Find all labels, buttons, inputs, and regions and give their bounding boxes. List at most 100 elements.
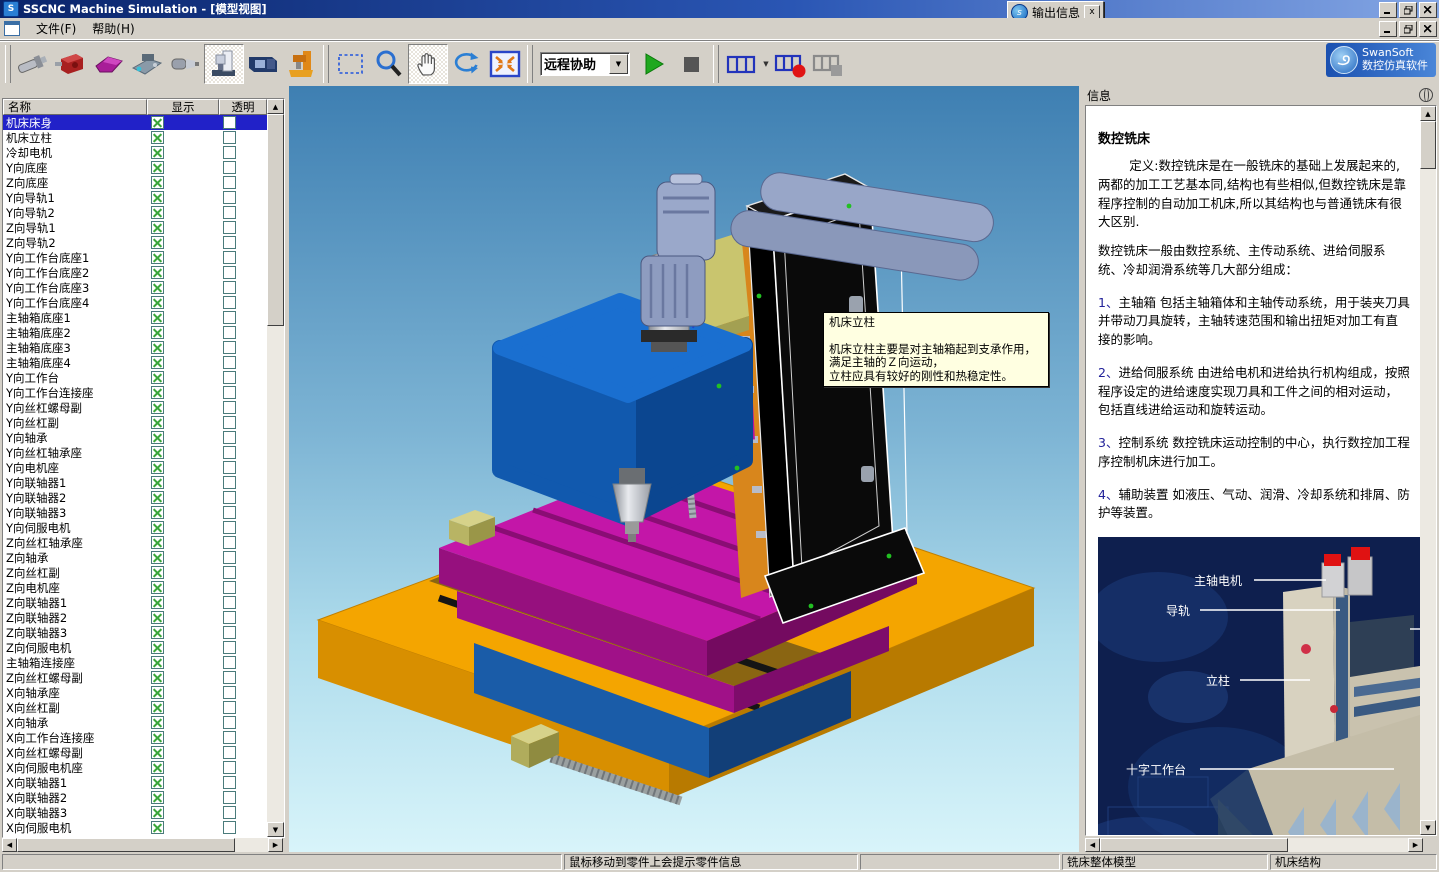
show-checkbox[interactable] [151, 641, 164, 654]
model-viewport[interactable]: 机床立柱 机床立柱主要是对主轴箱起到支承作用， 满足主轴的Ｚ向运动， 立柱应具有… [289, 86, 1079, 852]
toolbar-grip[interactable] [323, 45, 329, 83]
show-checkbox[interactable] [151, 491, 164, 504]
transparent-checkbox[interactable] [223, 776, 236, 789]
show-checkbox[interactable] [151, 521, 164, 534]
show-checkbox[interactable] [151, 206, 164, 219]
column-header-transparent[interactable]: 透明 [219, 99, 267, 115]
part-row[interactable]: 主轴箱底座4 [3, 355, 267, 370]
show-checkbox[interactable] [151, 281, 164, 294]
toolbar-button-tool-spindle[interactable] [166, 45, 204, 83]
transparent-checkbox[interactable] [223, 431, 236, 444]
show-checkbox[interactable] [151, 446, 164, 459]
show-checkbox[interactable] [151, 221, 164, 234]
part-row[interactable]: X向轴承 [3, 715, 267, 730]
close-button[interactable] [1419, 2, 1437, 18]
show-checkbox[interactable] [151, 116, 164, 129]
show-checkbox[interactable] [151, 776, 164, 789]
part-row[interactable]: Z向电机座 [3, 580, 267, 595]
scroll-left-button[interactable] [1085, 838, 1100, 852]
scroll-down-button[interactable] [1420, 820, 1436, 835]
transparent-checkbox[interactable] [223, 731, 236, 744]
toolbar-button-fit-view[interactable] [486, 45, 524, 83]
scroll-right-button[interactable] [1408, 838, 1423, 852]
part-row[interactable]: Y向联轴器3 [3, 505, 267, 520]
transparent-checkbox[interactable] [223, 596, 236, 609]
show-checkbox[interactable] [151, 551, 164, 564]
parts-vertical-scrollbar[interactable] [267, 99, 284, 837]
toolbar-button-gearbox[interactable] [52, 45, 90, 83]
transparent-checkbox[interactable] [223, 116, 236, 129]
transparent-checkbox[interactable] [223, 476, 236, 489]
transparent-checkbox[interactable] [223, 566, 236, 579]
part-row[interactable]: 冷却电机 [3, 145, 267, 160]
transparent-checkbox[interactable] [223, 386, 236, 399]
part-row[interactable]: Y向工作台底座4 [3, 295, 267, 310]
transparent-checkbox[interactable] [223, 146, 236, 159]
part-row[interactable]: Z向导轨1 [3, 220, 267, 235]
child-restore-button[interactable] [1399, 21, 1417, 37]
transparent-checkbox[interactable] [223, 611, 236, 624]
part-row[interactable]: Z向底座 [3, 175, 267, 190]
part-row[interactable]: X向轴承座 [3, 685, 267, 700]
show-checkbox[interactable] [151, 296, 164, 309]
show-checkbox[interactable] [151, 656, 164, 669]
show-checkbox[interactable] [151, 416, 164, 429]
toolbar-button-drill-machine[interactable] [282, 45, 320, 83]
transparent-checkbox[interactable] [223, 746, 236, 759]
transparent-checkbox[interactable] [223, 401, 236, 414]
combobox-dropdown-icon[interactable] [609, 54, 628, 74]
show-checkbox[interactable] [151, 311, 164, 324]
show-checkbox[interactable] [151, 386, 164, 399]
part-row[interactable]: Y向联轴器2 [3, 490, 267, 505]
show-checkbox[interactable] [151, 746, 164, 759]
show-checkbox[interactable] [151, 356, 164, 369]
scroll-up-button[interactable] [1420, 106, 1436, 121]
transparent-checkbox[interactable] [223, 281, 236, 294]
show-checkbox[interactable] [151, 161, 164, 174]
show-checkbox[interactable] [151, 401, 164, 414]
scroll-right-button[interactable] [268, 838, 283, 852]
transparent-checkbox[interactable] [223, 371, 236, 384]
part-row[interactable]: X向联轴器1 [3, 775, 267, 790]
transparent-checkbox[interactable] [223, 446, 236, 459]
toolbar-button-rotate[interactable] [448, 45, 486, 83]
toolbar-button-machine-bed[interactable] [128, 45, 166, 83]
transparent-checkbox[interactable] [223, 236, 236, 249]
transparent-checkbox[interactable] [223, 791, 236, 804]
part-row[interactable]: 机床立柱 [3, 130, 267, 145]
part-row[interactable]: Z向导轨2 [3, 235, 267, 250]
toolbar-button-stop[interactable] [672, 45, 710, 83]
scroll-thumb[interactable] [1420, 121, 1436, 169]
transparent-checkbox[interactable] [223, 641, 236, 654]
transparent-checkbox[interactable] [223, 191, 236, 204]
part-row[interactable]: Y向电机座 [3, 460, 267, 475]
scroll-up-button[interactable] [267, 99, 284, 114]
child-window-icon[interactable] [4, 21, 20, 36]
child-minimize-button[interactable] [1379, 21, 1397, 37]
show-checkbox[interactable] [151, 791, 164, 804]
part-row[interactable]: Y向联轴器1 [3, 475, 267, 490]
child-close-button[interactable] [1419, 21, 1437, 37]
part-row[interactable]: 主轴箱底座3 [3, 340, 267, 355]
scroll-left-button[interactable] [2, 838, 17, 852]
show-checkbox[interactable] [151, 566, 164, 579]
part-row[interactable]: 机床床身 [3, 115, 267, 130]
show-checkbox[interactable] [151, 506, 164, 519]
show-checkbox[interactable] [151, 686, 164, 699]
part-row[interactable]: Y向工作台底座2 [3, 265, 267, 280]
show-checkbox[interactable] [151, 596, 164, 609]
part-row[interactable]: Z向联轴器1 [3, 595, 267, 610]
toolbar-grip[interactable] [527, 45, 533, 83]
column-header-name[interactable]: 名称 [3, 99, 147, 115]
part-row[interactable]: Y向丝杠螺母副 [3, 400, 267, 415]
transparent-checkbox[interactable] [223, 251, 236, 264]
transparent-checkbox[interactable] [223, 671, 236, 684]
part-row[interactable]: Z向丝杠螺母副 [3, 670, 267, 685]
toolbar-button-select[interactable] [332, 45, 370, 83]
transparent-checkbox[interactable] [223, 461, 236, 474]
toolbar-grip[interactable] [5, 45, 11, 83]
transparent-checkbox[interactable] [223, 416, 236, 429]
part-row[interactable]: Y向轴承 [3, 430, 267, 445]
toolbar-grip[interactable] [713, 45, 719, 83]
transparent-checkbox[interactable] [223, 356, 236, 369]
